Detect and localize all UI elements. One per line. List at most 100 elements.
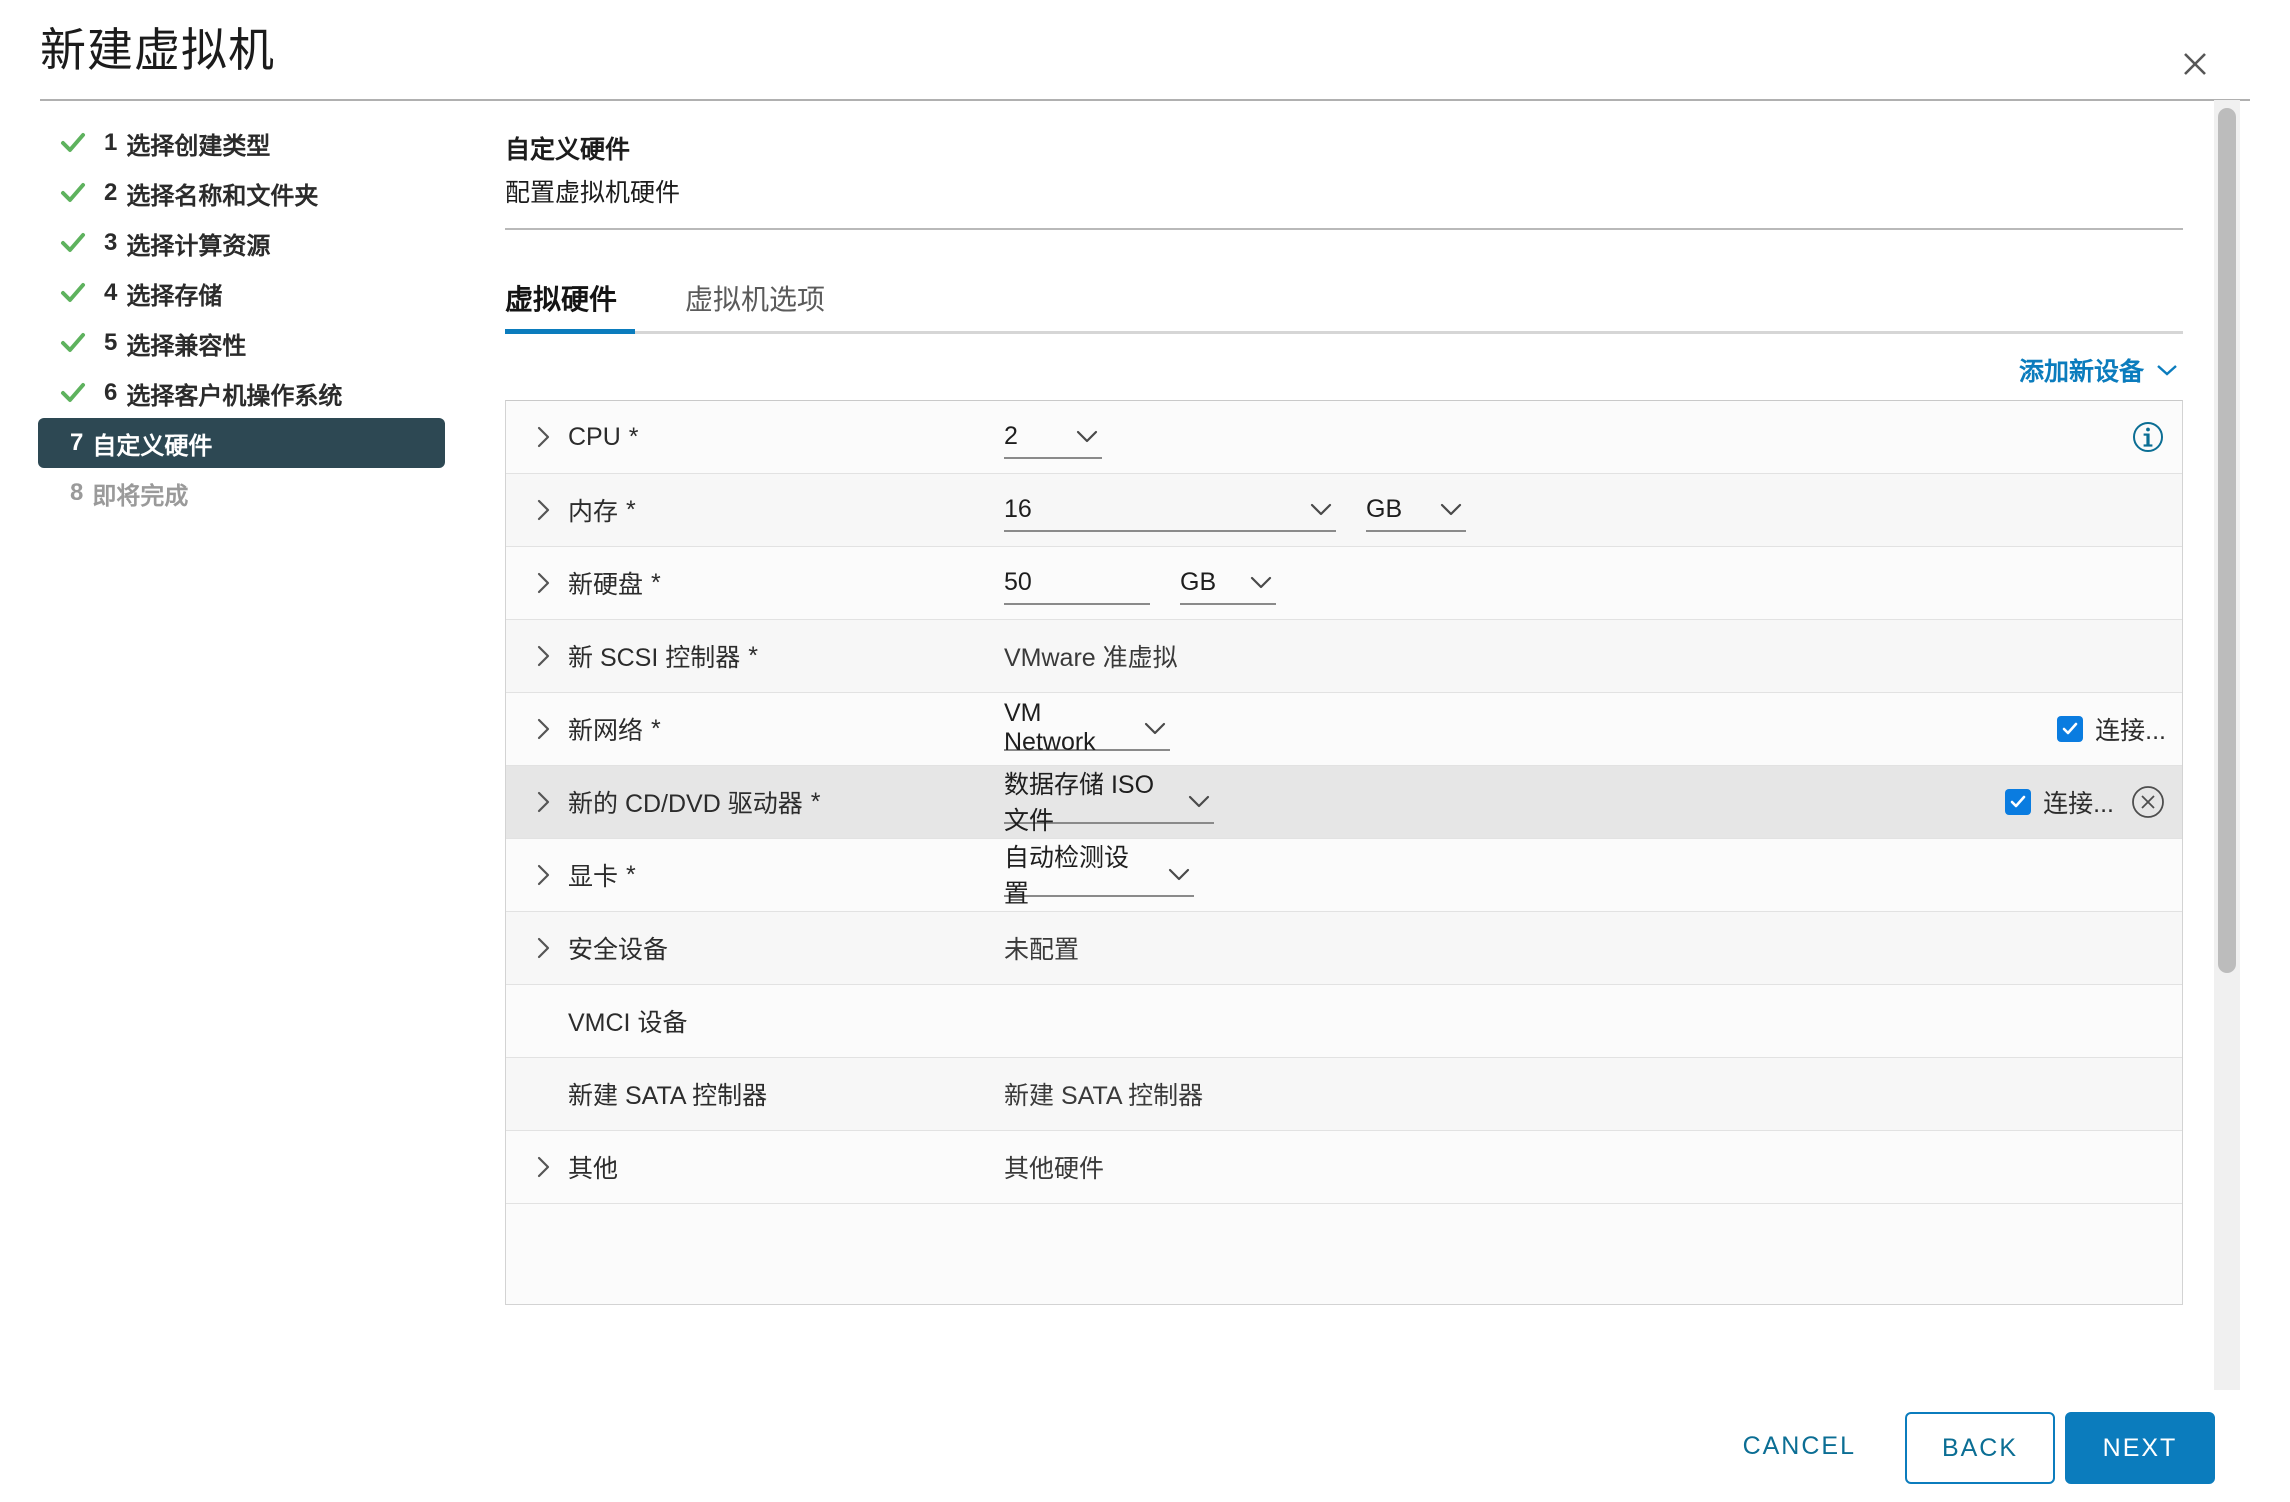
hardware-row[interactable]: 新 SCSI 控制器 * VMware 准虚拟 (506, 620, 2182, 693)
network-select-value: VM Network (1004, 699, 1096, 756)
hardware-row-label-cell: CPU * (506, 423, 996, 452)
hardware-row-value-cell: 自动检测设置 (996, 844, 2182, 908)
cancel-button[interactable]: CANCEL (1729, 1422, 1870, 1471)
required-marker: * (748, 641, 758, 670)
chevron-right-icon[interactable] (528, 863, 558, 887)
hardware-device-name: 新建 SATA 控制器 (568, 1082, 768, 1110)
hardware-row-label-cell: 其他 (506, 1149, 996, 1185)
chevron-down-icon (1292, 503, 1332, 516)
sidebar-step-number: 6 (104, 379, 118, 406)
chevron-right-icon[interactable] (528, 790, 558, 814)
checkbox-checked-icon (2005, 789, 2032, 815)
hardware-device-name: 新 SCSI 控制器 (568, 644, 741, 672)
hardware-value-text: 未配置 (1004, 936, 1080, 964)
hardware-row[interactable]: 新的 CD/DVD 驱动器 * 数据存储 ISO 文件 连接... (506, 766, 2182, 839)
connect-checkbox[interactable]: 连接... (2057, 711, 2166, 747)
chevron-down-icon (1232, 576, 1272, 589)
chevron-down-icon (1126, 722, 1166, 735)
required-marker: * (628, 422, 639, 451)
hardware-device-name: 显卡 (568, 863, 619, 891)
hardware-device-name: 新网络 (568, 717, 644, 745)
hardware-row[interactable]: 新建 SATA 控制器 新建 SATA 控制器 (506, 1058, 2182, 1131)
check-icon (60, 330, 86, 356)
memory-unit-select-value: GB (1366, 494, 1403, 523)
chevron-right-icon[interactable] (528, 498, 558, 522)
hardware-row[interactable]: VMCI 设备 (506, 985, 2182, 1058)
close-icon[interactable] (2175, 44, 2215, 84)
info-icon[interactable] (2130, 419, 2166, 455)
memory-unit-select[interactable]: GB (1366, 488, 1466, 532)
connect-checkbox[interactable]: 连接... (2005, 784, 2114, 820)
hardware-row[interactable]: 内存 * 16 GB (506, 474, 2182, 547)
sidebar-step-label: 选择创建类型 (126, 132, 271, 160)
dialog-title-bar: 新建虚拟机 (0, 0, 2290, 101)
chevron-down-icon (1058, 430, 1098, 443)
chevron-right-icon[interactable] (528, 717, 558, 741)
chevron-down-icon (1170, 795, 1210, 808)
hardware-row-actions: 连接... (2057, 711, 2166, 747)
check-icon (60, 230, 86, 256)
sidebar-step-8[interactable]: 8 即将完成 (38, 468, 445, 518)
hardware-device-name: 其他 (568, 1155, 619, 1183)
hardware-row[interactable]: 其他 其他硬件 (506, 1131, 2182, 1204)
cpu-count-select[interactable]: 2 (1004, 415, 1102, 459)
sidebar-step-number: 3 (104, 229, 118, 256)
scrollbar-thumb[interactable] (2218, 108, 2236, 973)
tab-underline-base (505, 331, 2183, 334)
video-card-select[interactable]: 自动检测设置 (1004, 844, 1194, 908)
sidebar-step-1[interactable]: 1 选择创建类型 (38, 118, 445, 168)
tab-virtual-hardware[interactable]: 虚拟硬件 (505, 276, 617, 332)
chevron-right-icon[interactable] (528, 425, 558, 449)
chevron-right-icon[interactable] (528, 644, 558, 668)
tab-vm-options[interactable]: 虚拟机选项 (685, 276, 825, 332)
chevron-down-icon (2156, 363, 2178, 377)
sidebar-step-label: 选择名称和文件夹 (126, 182, 319, 210)
vertical-scrollbar[interactable] (2214, 100, 2240, 1390)
sidebar-step-number: 7 (70, 429, 84, 456)
hardware-row-value-cell: 16 GB (996, 488, 2182, 532)
disk-unit-select[interactable]: GB (1180, 561, 1276, 605)
sidebar-step-7[interactable]: 7 自定义硬件 (38, 418, 445, 468)
sidebar-step-label: 自定义硬件 (92, 432, 213, 460)
memory-size-select[interactable]: 16 (1004, 488, 1336, 532)
sidebar-step-4[interactable]: 4 选择存储 (38, 268, 445, 318)
network-select[interactable]: VM Network (1004, 699, 1170, 756)
chevron-down-icon (1150, 868, 1190, 881)
check-icon (60, 180, 86, 206)
check-icon (60, 380, 86, 406)
chevron-right-icon[interactable] (528, 936, 558, 960)
page-subtitle: 配置虚拟机硬件 (505, 179, 681, 207)
back-button[interactable]: BACK (1905, 1412, 2055, 1484)
hardware-row[interactable]: CPU * 2 (506, 401, 2182, 474)
add-new-device-button[interactable]: 添加新设备 (2019, 352, 2178, 388)
hardware-row-label-cell: VMCI 设备 (506, 1003, 996, 1039)
hardware-tabs: 虚拟硬件 虚拟机选项 (505, 276, 2183, 334)
cddvd-media-select[interactable]: 数据存储 ISO 文件 (1004, 771, 1214, 835)
remove-device-icon[interactable] (2130, 784, 2166, 820)
sidebar-step-2[interactable]: 2 选择名称和文件夹 (38, 168, 445, 218)
chevron-right-icon[interactable] (528, 571, 558, 595)
connect-checkbox-label: 连接... (2095, 717, 2166, 745)
hardware-row[interactable]: 显卡 * 自动检测设置 (506, 839, 2182, 912)
required-marker: * (810, 787, 821, 816)
hardware-row-label-cell: 新 SCSI 控制器 * (506, 638, 996, 674)
sidebar-step-6[interactable]: 6 选择客户机操作系统 (38, 368, 445, 418)
hardware-row[interactable]: 新网络 * VM Network 连接... (506, 693, 2182, 766)
footer-buttons: CANCEL BACK NEXT (1515, 1382, 2215, 1502)
hardware-row-label-cell: 新网络 * (506, 711, 996, 747)
disk-size-input[interactable]: 50 (1004, 561, 1150, 605)
chevron-right-icon[interactable] (528, 1155, 558, 1179)
hardware-device-name: 安全设备 (568, 936, 669, 964)
sidebar-step-label: 选择计算资源 (126, 232, 271, 260)
hardware-device-name: CPU (568, 422, 621, 451)
hardware-row[interactable]: 安全设备 未配置 (506, 912, 2182, 985)
sidebar-step-5[interactable]: 5 选择兼容性 (38, 318, 445, 368)
sidebar-step-number: 1 (104, 129, 118, 156)
sidebar-step-3[interactable]: 3 选择计算资源 (38, 218, 445, 268)
hardware-row-label-cell: 新建 SATA 控制器 (506, 1076, 996, 1112)
hardware-row[interactable]: 新硬盘 * 50 GB (506, 547, 2182, 620)
next-button[interactable]: NEXT (2065, 1412, 2215, 1484)
sidebar-step-label: 即将完成 (92, 482, 189, 510)
tab-underline-active (505, 329, 635, 334)
hardware-row-value-cell: VM Network (996, 699, 2182, 756)
